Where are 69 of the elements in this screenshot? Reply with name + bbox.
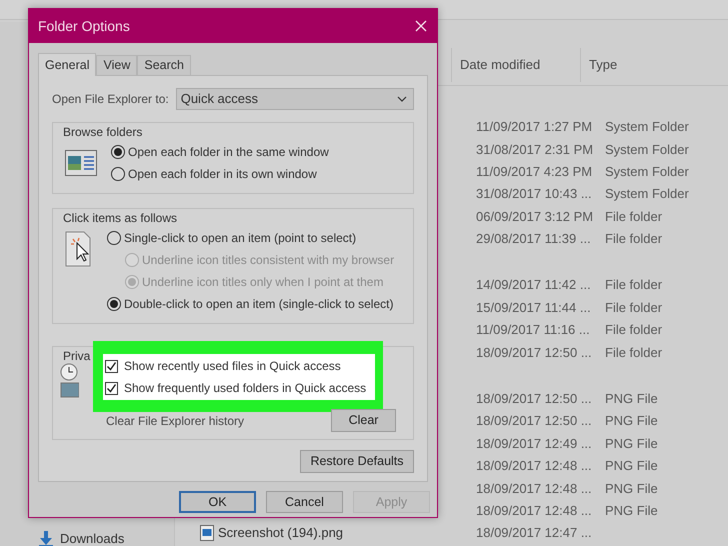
option-label: Single-click to open an item (point to select) [124,230,356,247]
tab[interactable]: General [38,53,96,76]
type-cell-text: System Folder [605,185,690,204]
date-cell-text: 11/09/2017 1:27 PM [476,118,594,136]
date-cell-text: 18/09/2017 12:49 ... [476,434,593,453]
date-cell-text: 18/09/2017 12:47 ... [476,524,593,542]
type-cell-text: PNG File [605,390,659,408]
date-cell-text: 31/08/2017 2:31 PM [476,140,594,158]
column-header[interactable]: Date modified [451,48,580,82]
date-cell-text: 06/09/2017 3:12 PM [476,208,594,226]
date-cell-text: 14/09/2017 11:42 ... [476,276,592,294]
type-cell-text: File folder [605,321,664,340]
dropdown-field[interactable]: Quick access [176,88,414,110]
chevron-down-icon [397,96,407,102]
window-title: Folder Options [38,16,130,36]
close-icon[interactable] [415,20,427,32]
type-cell-text: File folder [605,298,664,317]
checkbox[interactable] [105,360,118,372]
type-cell-text: PNG File [605,480,659,498]
radio-button[interactable] [107,231,121,245]
date-cell-text: 11/09/2017 11:16 ... [476,321,591,340]
type-cell-text: System Folder [605,118,690,136]
date-cell-text: 11/09/2017 4:23 PM [476,162,594,181]
option-label: Underline icon titles only when I point at them [142,274,384,291]
option-label: Show frequently used folders in Quick access [124,380,366,397]
option-label: Show recently used files in Quick access [124,358,341,375]
cursor-page-icon [65,231,93,267]
date-cell-text: 18/09/2017 12:50 ... [476,412,593,430]
date-cell-text: 15/09/2017 11:44 ... [476,298,592,317]
clear-button[interactable]: Clear [331,409,396,432]
type-cell-text: System Folder [605,140,690,159]
column-header[interactable]: Type [580,48,728,82]
field-label: Clear File Explorer history [106,412,244,430]
image-file-icon [200,525,214,542]
option-label: Open each folder in the same window [128,144,329,161]
date-cell-text: 18/09/2017 12:48 ... [476,457,593,476]
date-cell-text: 18/09/2017 12:50 ... [476,344,593,362]
type-cell-text: File folder [605,230,664,248]
type-cell-text: PNG File [605,434,659,453]
option-label: Double-click to open an item (single-click to select) [124,296,394,313]
date-cell-text: 18/09/2017 12:48 ... [476,480,593,498]
type-cell-text: PNG File [605,502,659,520]
download-icon [38,531,54,546]
date-cell-text: 18/09/2017 12:48 ... [476,502,593,520]
clock-icon [59,363,79,399]
option-label: Open each folder in its own window [128,166,317,183]
type-cell-text: PNG File [605,457,659,476]
type-cell-text: PNG File [605,412,659,430]
window-icon [65,150,97,176]
radio-button[interactable] [111,145,125,159]
dialog-button[interactable]: Cancel [266,491,343,513]
type-cell-text: File folder [605,344,664,362]
date-cell-text: 29/08/2017 11:39 ... [476,230,592,248]
type-cell-text: System Folder [605,162,690,181]
option-label: Underline icon titles consistent with my browser [142,252,394,269]
date-cell-text: 18/09/2017 12:50 ... [476,390,593,408]
radio-button[interactable] [107,297,121,311]
date-cell-text: 31/08/2017 10:43 ... [476,185,593,204]
file-name[interactable]: Screenshot (194).png [218,523,344,543]
checkbox[interactable] [105,382,118,394]
radio-button[interactable] [111,167,125,181]
nav-item[interactable]: Downloads [60,529,124,546]
field-label: Open File Explorer to: [52,91,169,108]
restore-defaults-button[interactable]: Restore Defaults [300,450,414,473]
tab[interactable]: View [96,55,138,75]
tab[interactable]: Search [137,55,191,75]
type-cell-text: File folder [605,208,664,226]
dialog-button[interactable]: OK [179,491,256,513]
type-cell-text: File folder [605,276,664,294]
